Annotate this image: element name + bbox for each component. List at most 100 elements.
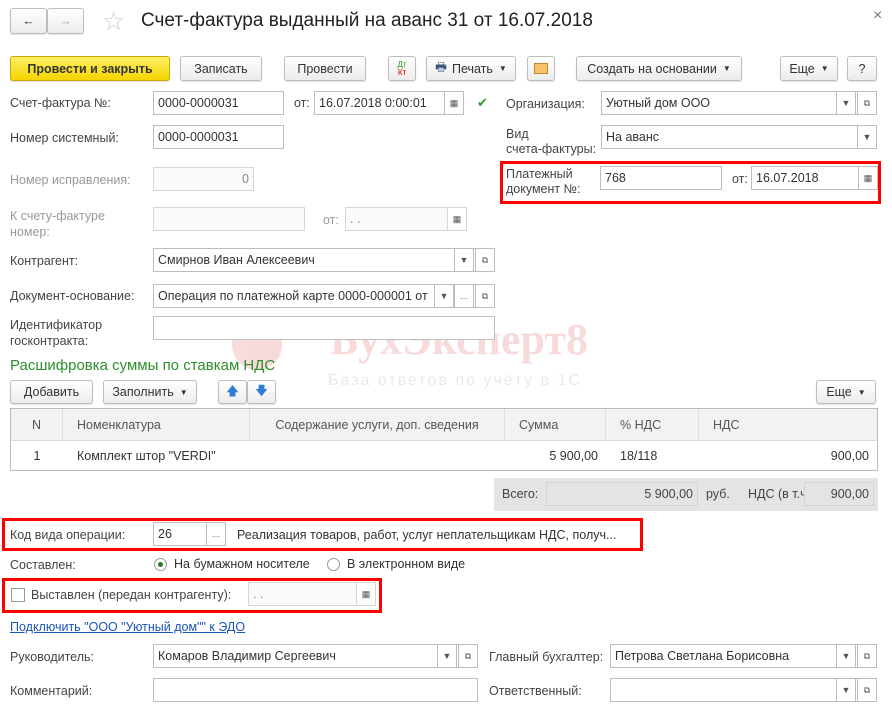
select-ellipsis-button[interactable]: … [454, 285, 474, 307]
forward-button[interactable]: → [47, 8, 84, 34]
table-row[interactable]: 1 Комплект штор "VERDI" 5 900,00 18/118 … [11, 441, 877, 470]
calendar-icon[interactable]: ▦ [858, 167, 877, 189]
totals-bar: Всего: 5 900,00 руб. НДС (в т.ч.): 900,0… [494, 478, 878, 511]
chevron-down-icon: ▼ [857, 387, 866, 397]
comment-label: Комментарий: [10, 684, 93, 698]
save-button[interactable]: Записать [180, 56, 262, 81]
dropdown-icon[interactable]: ▼ [836, 679, 856, 701]
calendar-icon[interactable]: ▦ [356, 583, 375, 605]
open-icon[interactable]: ⧉ [857, 92, 876, 114]
calendar-icon[interactable]: ▦ [444, 92, 463, 114]
to-invoice-label: К счету-фактуре [10, 209, 105, 223]
paydoc-label-2: документ №: [506, 182, 581, 196]
correction-input[interactable]: 0 [153, 167, 254, 191]
head-label: Руководитель: [10, 650, 95, 664]
responsible-input[interactable]: ▼ ⧉ [610, 678, 877, 702]
calendar-icon[interactable]: ▦ [447, 208, 466, 230]
chevron-down-icon: ▼ [179, 387, 188, 397]
move-down-button[interactable]: 🡇 [247, 380, 276, 404]
open-icon[interactable]: ⧉ [857, 645, 876, 667]
close-button[interactable]: × [873, 7, 882, 25]
section-title: Расшифровка суммы по ставкам НДС [10, 357, 276, 374]
accountant-label: Главный бухгалтер: [489, 650, 604, 664]
col-n[interactable]: N [11, 409, 63, 440]
open-icon[interactable]: ⧉ [458, 645, 477, 667]
post-and-close-button[interactable]: Провести и закрыть [10, 56, 170, 81]
operation-description: Реализация товаров, работ, услуг неплате… [237, 528, 617, 542]
responsible-label: Ответственный: [489, 684, 582, 698]
to-invoice-input[interactable] [153, 207, 305, 231]
org-label: Организация: [506, 97, 585, 111]
print-button[interactable]: 🖶 Печать ▼ [426, 56, 516, 81]
to-invoice-date-input[interactable]: . . ▦ [345, 207, 467, 231]
counterparty-label: Контрагент: [10, 254, 79, 268]
col-item[interactable]: Номенклатура [63, 409, 250, 440]
edo-link[interactable]: Подключить "ООО "Уютный дом"" к ЭДО [10, 620, 245, 634]
dropdown-icon[interactable]: ▼ [454, 249, 474, 271]
table-more-button[interactable]: Еще ▼ [816, 380, 876, 404]
open-icon[interactable]: ⧉ [857, 679, 876, 701]
accountant-input[interactable]: Петрова Светлана Борисовна ▼ ⧉ [610, 644, 877, 668]
select-ellipsis-button[interactable]: … [206, 523, 225, 545]
system-no-label: Номер системный: [10, 131, 119, 145]
contract-label-2: госконтракта: [10, 334, 89, 348]
dropdown-icon[interactable]: ▼ [836, 645, 856, 667]
basis-input[interactable]: Операция по платежной карте 0000-000001 … [153, 284, 495, 308]
chevron-down-icon: ▼ [820, 64, 829, 73]
help-button[interactable]: ? [847, 56, 877, 81]
paydoc-input[interactable]: 768 [600, 166, 722, 190]
printer-icon: 🖶 [435, 60, 447, 74]
col-vat[interactable]: НДС [699, 409, 877, 440]
move-up-button[interactable]: 🡅 [218, 380, 247, 404]
open-icon[interactable]: ⧉ [475, 285, 494, 307]
more-button[interactable]: Еще ▼ [780, 56, 838, 81]
col-sum[interactable]: Сумма [505, 409, 606, 440]
post-button[interactable]: Провести [284, 56, 366, 81]
radio-paper[interactable]: На бумажном носителе [154, 557, 310, 571]
paydoc-label: Платежный [506, 167, 573, 181]
invoice-type-select[interactable]: На аванс ▼ [601, 125, 877, 149]
to-invoice-label-2: номер: [10, 225, 50, 239]
favorite-star-icon[interactable]: ☆ [102, 6, 125, 37]
org-input[interactable]: Уютный дом ООО ▼ ⧉ [601, 91, 877, 115]
correction-label: Номер исправления: [10, 173, 131, 187]
envelope-icon [534, 63, 548, 74]
issued-label: Выставлен (передан контрагенту): [31, 588, 232, 602]
dtkt-button[interactable]: Дт Кт [388, 56, 416, 81]
operation-code-input[interactable]: 26… [153, 522, 226, 546]
issued-checkbox[interactable] [11, 588, 25, 602]
dropdown-icon[interactable]: ▼ [437, 645, 457, 667]
dropdown-icon[interactable]: ▼ [857, 126, 876, 148]
back-button[interactable]: ← [10, 8, 47, 34]
paydoc-from-label: от: [732, 172, 748, 186]
issued-date-input[interactable]: . . ▦ [248, 582, 376, 606]
fill-button[interactable]: Заполнить ▼ [103, 380, 197, 404]
email-button[interactable] [527, 56, 555, 81]
chevron-down-icon: ▼ [722, 64, 731, 73]
type-label: Вид [506, 127, 529, 141]
composed-label: Составлен: [10, 558, 76, 572]
contract-input[interactable] [153, 316, 495, 340]
type-label-2: счета-фактуры: [506, 142, 597, 156]
open-icon[interactable]: ⧉ [475, 249, 494, 271]
create-based-button[interactable]: Создать на основании ▼ [576, 56, 742, 81]
basis-label: Документ-основание: [10, 289, 135, 303]
dropdown-icon[interactable]: ▼ [836, 92, 856, 114]
col-rate[interactable]: % НДС [606, 409, 699, 440]
contract-label: Идентификатор [10, 318, 103, 332]
operation-label: Код вида операции: [10, 528, 126, 542]
comment-input[interactable] [153, 678, 478, 702]
invoice-no-input[interactable]: 0000-0000031 [153, 91, 284, 115]
status-check-icon: ✔ [477, 95, 488, 110]
chevron-down-icon: ▼ [498, 64, 507, 73]
col-content[interactable]: Содержание услуги, доп. сведения [250, 409, 505, 440]
page-title: Счет-фактура выданный на аванс 31 от 16.… [141, 10, 593, 31]
system-no-input[interactable]: 0000-0000031 [153, 125, 284, 149]
counterparty-input[interactable]: Смирнов Иван Алексеевич ▼ ⧉ [153, 248, 495, 272]
add-row-button[interactable]: Добавить [10, 380, 93, 404]
radio-electronic[interactable]: В электронном виде [327, 557, 465, 571]
head-input[interactable]: Комаров Владимир Сергеевич ▼ ⧉ [153, 644, 478, 668]
dropdown-icon[interactable]: ▼ [434, 285, 454, 307]
paydoc-date-input[interactable]: 16.07.2018 ▦ [751, 166, 878, 190]
invoice-date-input[interactable]: 16.07.2018 0:00:01 ▦ [314, 91, 464, 115]
